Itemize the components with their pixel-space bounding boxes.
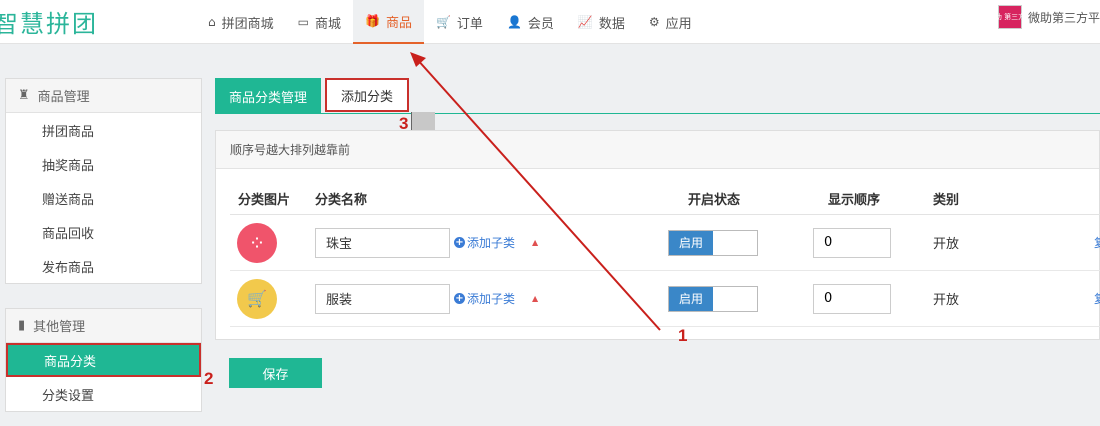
nav-item-goods[interactable]: 🎁 商品 (353, 0, 424, 44)
header-status: 开启状态 (688, 193, 741, 208)
tab-add-category[interactable]: 添加分类 (325, 78, 410, 112)
plus-circle-icon: + (454, 293, 465, 304)
sidebar-item-category-settings[interactable]: 分类设置 (6, 377, 201, 411)
header-order: 显示顺序 (828, 193, 881, 208)
gift-icon: ♜ (18, 88, 30, 103)
caret-up-icon[interactable]: ▲ (532, 238, 538, 247)
category-name-input[interactable] (315, 283, 450, 314)
user-menu[interactable]: 微助 第三方平 微助第三方平 (988, 5, 1100, 29)
status-toggle[interactable]: 启用 (668, 229, 758, 256)
nav-item-mall[interactable]: ▭ 商城 (286, 0, 353, 44)
annotation-number-3: 3 (399, 114, 409, 133)
apps-icon: ⚙ (648, 15, 660, 29)
table-row: ⁘ + 添加子类 ▲ 启用 开放 复 (230, 215, 1100, 271)
order-input[interactable] (813, 283, 891, 314)
annotation-number-1: 1 (678, 326, 688, 345)
top-navbar: 智慧拼团 ⌂ 拼团商城 ▭ 商城 🎁 商品 🛒 订单 👤 会员 📈 数据 ⚙ 应… (0, 0, 1100, 44)
sidebar-item-group-goods[interactable]: 拼团商品 (6, 113, 201, 147)
category-name-input[interactable] (315, 227, 450, 258)
nav-item-members[interactable]: 👤 会员 (495, 0, 566, 44)
nav-item-label: 商品 (385, 15, 412, 31)
header-type: 类别 (933, 193, 960, 208)
table-row: 🛒 + 添加子类 ▲ 启用 开放 复 (230, 271, 1100, 327)
home-icon: ⌂ (208, 15, 216, 29)
nav-item-label: 拼团商城 (221, 16, 274, 32)
table-header: 分类图片 分类名称 开启状态 显示顺序 类别 (230, 183, 1100, 215)
sidebar-item-publish-goods[interactable]: 发布商品 (6, 249, 201, 283)
nav-item-label: 商城 (314, 16, 341, 32)
add-subcategory-link[interactable]: + 添加子类 (454, 290, 515, 307)
user-icon: 👤 (506, 15, 522, 29)
category-panel: 顺序号越大排列越靠前 分类图片 分类名称 开启状态 显示顺序 类别 ⁘ + 添加… (215, 130, 1100, 340)
header-name: 分类名称 (315, 193, 368, 208)
header-image: 分类图片 (238, 193, 291, 208)
toggle-on-label: 启用 (669, 230, 713, 255)
bookmark-icon: ▮ (18, 318, 26, 333)
avatar: 微助 第三方平 (988, 5, 1032, 29)
sidebar-group-header: ▮ 其他管理 (6, 309, 201, 343)
nav-item-label: 应用 (665, 16, 692, 32)
add-subcategory-link[interactable]: + 添加子类 (454, 234, 515, 251)
category-table: 分类图片 分类名称 开启状态 显示顺序 类别 ⁘ + 添加子类 ▲ (230, 183, 1100, 327)
nav-item-data[interactable]: 📈 数据 (566, 0, 637, 44)
nav-item-label: 订单 (456, 16, 483, 32)
nav-item-label: 数据 (598, 16, 625, 32)
nav-item-pintuan[interactable]: ⌂ 拼团商城 (196, 0, 286, 44)
caret-up-icon[interactable]: ▲ (532, 294, 538, 303)
sidebar-item-goods-category[interactable]: 商品分类 (6, 343, 201, 377)
nav-item-orders[interactable]: 🛒 订单 (424, 0, 495, 44)
user-name: 微助第三方平 (1028, 10, 1100, 25)
chart-icon: 📈 (577, 15, 593, 29)
category-type: 开放 (933, 293, 960, 308)
status-toggle[interactable]: 启用 (668, 285, 758, 312)
nav-item-apps[interactable]: ⚙ 应用 (637, 0, 704, 44)
plus-circle-icon: + (454, 237, 465, 248)
sort-hint: 顺序号越大排列越靠前 (216, 131, 1099, 169)
order-input[interactable] (813, 227, 891, 258)
tab-category-management[interactable]: 商品分类管理 (215, 78, 322, 114)
main-nav: ⌂ 拼团商城 ▭ 商城 🎁 商品 🛒 订单 👤 会员 📈 数据 ⚙ 应用 (196, 0, 704, 44)
save-button[interactable]: 保存 (229, 358, 322, 388)
sidebar-group-header: ♜ 商品管理 (6, 79, 201, 113)
sidebar-item-recycle-goods[interactable]: 商品回收 (6, 215, 201, 249)
logo[interactable]: 智慧拼团 (0, 4, 98, 39)
row-action-link[interactable]: 复 (1094, 215, 1100, 270)
sidebar-item-lottery-goods[interactable]: 抽奖商品 (6, 147, 201, 181)
annotation-number-2: 2 (204, 369, 214, 388)
monitor-icon: ▭ (297, 15, 309, 29)
sidebar-other-management: ▮ 其他管理 商品分类 分类设置 (5, 308, 202, 412)
cart-icon: 🛒 (435, 15, 451, 29)
tab-bar: 商品分类管理 添加分类 (215, 78, 1100, 114)
sidebar-goods-management: ♜ 商品管理 拼团商品 抽奖商品 赠送商品 商品回收 发布商品 (5, 78, 202, 284)
row-action-link[interactable]: 复 (1094, 271, 1100, 326)
gift-icon: 🎁 (365, 14, 380, 28)
nav-item-label: 会员 (527, 16, 554, 32)
toggle-on-label: 启用 (669, 286, 713, 311)
category-type: 开放 (933, 237, 960, 252)
grid-icon[interactable]: ⁘ (237, 222, 277, 263)
sidebar-item-gift-goods[interactable]: 赠送商品 (6, 181, 201, 215)
cart-icon[interactable]: 🛒 (237, 278, 277, 319)
